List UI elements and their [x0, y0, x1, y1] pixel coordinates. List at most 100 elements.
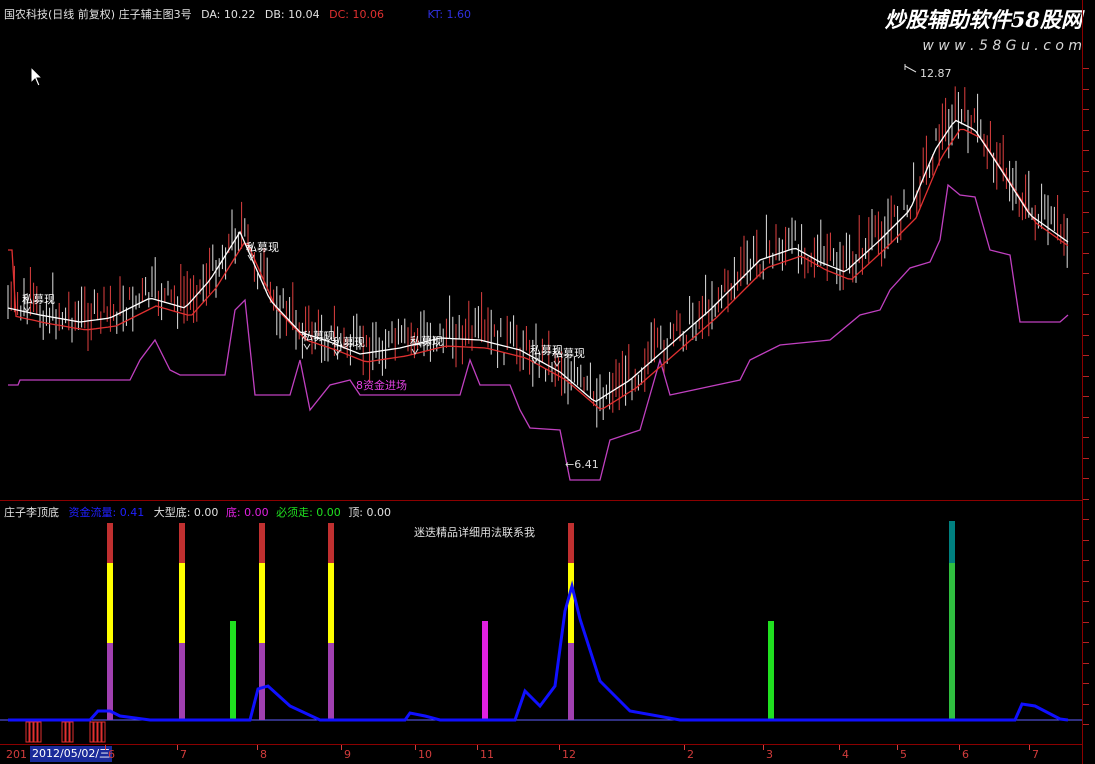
top-signal-bar: [107, 563, 113, 643]
scale-tick: [1083, 150, 1089, 151]
fund-entry-label: 8资金进场: [356, 378, 407, 392]
scale-tick: [1083, 724, 1089, 725]
support-line: [8, 183, 1069, 481]
scale-tick: [1083, 417, 1089, 418]
month-tick-label: 4: [842, 748, 849, 761]
month-tick-label: 11: [480, 748, 494, 761]
fast-ma-line: [7, 119, 1069, 403]
small-bottom-bars: [25, 721, 106, 743]
small-bar: [89, 721, 94, 743]
scale-tick: [1083, 458, 1089, 459]
scale-tick: [1083, 642, 1089, 643]
scale-tick: [1083, 560, 1089, 561]
small-bar: [25, 721, 30, 743]
month-tick: [559, 745, 560, 750]
month-tick: [477, 745, 478, 750]
scale-tick: [1083, 294, 1089, 295]
top-signal-bar: [107, 523, 113, 563]
month-tick-label: 6: [108, 748, 115, 761]
month-tick-label: 2: [687, 748, 694, 761]
indicator-chart[interactable]: [0, 501, 1082, 744]
low-price-label: ←6.41: [565, 458, 599, 471]
high-marker-icon: [904, 64, 917, 73]
big-bottom-bar: [949, 563, 955, 720]
small-bar: [37, 721, 42, 743]
month-tick: [341, 745, 342, 750]
scale-tick: [1083, 335, 1089, 336]
month-tick-label: 6: [962, 748, 969, 761]
top-signal-bar: [568, 643, 574, 720]
month-tick: [257, 745, 258, 750]
bottom-signal-bar: [482, 621, 488, 720]
scale-tick: [1083, 437, 1089, 438]
scale-tick: [1083, 499, 1089, 500]
top-signal-bar: [107, 643, 113, 720]
private-fund-annotation: 私募现: [552, 347, 585, 360]
scale-tick: [1083, 130, 1089, 131]
scale-tick: [1083, 191, 1089, 192]
scale-tick: [1083, 171, 1089, 172]
month-tick-label: 9: [344, 748, 351, 761]
top-signal-bar: [179, 643, 185, 720]
month-tick: [105, 745, 106, 750]
price-scale[interactable]: [1082, 0, 1095, 764]
month-tick: [684, 745, 685, 750]
scale-tick: [1083, 663, 1089, 664]
month-tick-label: 7: [180, 748, 187, 761]
month-tick-label: 5: [900, 748, 907, 761]
top-signal-bar: [259, 563, 265, 643]
top-signal-bar: [259, 643, 265, 720]
small-bar: [33, 721, 38, 743]
scale-tick: [1083, 622, 1089, 623]
must-go-bar: [768, 621, 774, 720]
small-bar: [93, 721, 98, 743]
month-tick-label: 3: [766, 748, 773, 761]
private-fund-annotation: 私募现: [246, 241, 279, 254]
top-signal-bar: [568, 523, 574, 563]
top-signal-bar: [179, 523, 185, 563]
top-signal-bar: [328, 643, 334, 720]
candlestick-series: [7, 86, 1068, 428]
small-bar: [61, 721, 66, 743]
big-bottom-bar: [949, 521, 955, 563]
scale-tick: [1083, 253, 1089, 254]
signal-bars: [107, 521, 955, 720]
top-signal-bar: [259, 523, 265, 563]
year-prefix: 201: [6, 748, 27, 761]
top-signal-bar: [328, 523, 334, 563]
month-tick: [177, 745, 178, 750]
scale-tick: [1083, 212, 1089, 213]
fund-flow-curve: [8, 580, 1069, 722]
small-bar: [29, 721, 34, 743]
scale-tick: [1083, 89, 1089, 90]
private-fund-annotation: 私募现: [332, 336, 365, 349]
top-signal-bar: [568, 563, 574, 643]
small-bar: [101, 721, 106, 743]
down-arrow-icon: [303, 343, 311, 350]
scale-tick: [1083, 683, 1089, 684]
month-tick: [415, 745, 416, 750]
month-tick: [959, 745, 960, 750]
month-tick-label: 8: [260, 748, 267, 761]
scale-tick: [1083, 581, 1089, 582]
scale-tick: [1083, 355, 1089, 356]
private-fund-annotation: 私募现: [22, 293, 55, 306]
date-badge: 2012/05/02/三: [30, 746, 113, 762]
scale-tick: [1083, 232, 1089, 233]
scale-tick: [1083, 601, 1089, 602]
scale-tick: [1083, 376, 1089, 377]
small-bar: [97, 721, 102, 743]
scale-tick: [1083, 519, 1089, 520]
scale-tick: [1083, 704, 1089, 705]
scale-tick: [1083, 478, 1089, 479]
month-tick-label: 7: [1032, 748, 1039, 761]
high-price-label: 12.87: [920, 67, 952, 80]
main-price-chart[interactable]: 私募现私募现私募现私募现 私募现私募现私募现 12.87 ←6.41 8资金进场: [0, 0, 1082, 500]
month-tick: [763, 745, 764, 750]
scale-tick: [1083, 314, 1089, 315]
private-fund-annotation: 私募现: [302, 330, 335, 343]
xaxis-divider: [0, 744, 1082, 745]
month-tick: [897, 745, 898, 750]
small-bar: [69, 721, 74, 743]
scale-tick: [1083, 540, 1089, 541]
